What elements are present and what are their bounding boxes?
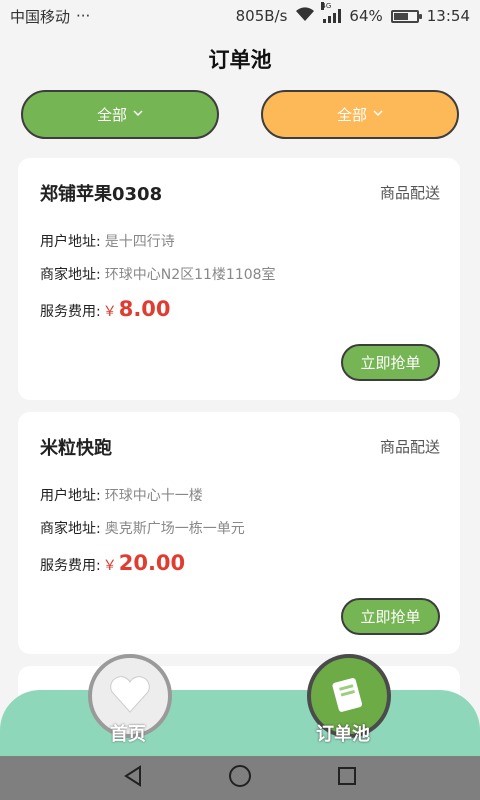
tab-home-label: 首页	[110, 724, 146, 745]
order-card: 米粒快跑 商品配送 用户地址: 环球中心十一楼 商家地址: 奥克斯广场一栋一单元 服…	[18, 412, 460, 654]
filter-label: 全部	[96, 106, 127, 124]
clock: 13:54	[426, 7, 470, 25]
filter-dropdown-left[interactable]: 全部	[21, 90, 219, 139]
user-address-label: 用户地址:	[40, 234, 101, 250]
filter-dropdown-right[interactable]: 全部	[261, 90, 459, 139]
service-fee-label: 服务费用:	[40, 304, 101, 320]
merchant-address-value: 环球中心N2区11楼1108室	[104, 267, 276, 283]
heart-icon	[108, 674, 152, 718]
recents-button[interactable]	[327, 758, 367, 798]
document-icon	[327, 674, 371, 718]
home-button[interactable]	[220, 758, 260, 798]
order-type: 商品配送	[379, 184, 440, 202]
battery-icon	[390, 9, 422, 23]
user-address-row: 用户地址: 环球中心十一楼	[40, 485, 203, 505]
home-circle-icon	[228, 764, 252, 792]
service-fee-row: 服务费用: ￥ 8.00	[40, 297, 171, 321]
shop-name: 郑铺苹果0308	[40, 184, 163, 205]
chevron-down-icon	[133, 109, 143, 120]
service-fee-label: 服务费用:	[40, 558, 101, 574]
filter-label: 全部	[336, 106, 367, 124]
back-button[interactable]	[113, 758, 153, 798]
page-title: 订单池	[208, 48, 272, 72]
user-address-value: 环球中心十一楼	[104, 488, 203, 504]
currency-symbol: ￥	[102, 558, 117, 574]
system-nav-bar	[0, 756, 480, 800]
user-address-value: 是十四行诗	[104, 234, 175, 250]
currency-symbol: ￥	[102, 304, 117, 320]
grab-order-button[interactable]: 立即抢单	[341, 598, 440, 635]
bottom-tab-bar	[0, 690, 480, 756]
grab-order-button[interactable]: 立即抢单	[341, 344, 440, 381]
tab-order-pool-label: 订单池	[316, 724, 370, 745]
back-triangle-icon	[122, 765, 144, 791]
carrier-name: 中国移动	[10, 7, 71, 26]
status-bar: 中国移动 ··· 805B/s 4G 64% 13:54	[0, 0, 480, 32]
merchant-address-row: 商家地址: 环球中心N2区11楼1108室	[40, 264, 276, 284]
service-fee-amount: 8.00	[118, 297, 171, 321]
merchant-address-label: 商家地址:	[40, 521, 101, 537]
order-type: 商品配送	[379, 438, 440, 456]
user-address-label: 用户地址:	[40, 488, 101, 504]
merchant-address-label: 商家地址:	[40, 267, 101, 283]
battery-percent: 64%	[349, 7, 383, 25]
network-speed: 805B/s	[235, 7, 288, 25]
merchant-address-row: 商家地址: 奥克斯广场一栋一单元	[40, 518, 245, 538]
service-fee-row: 服务费用: ￥ 20.00	[40, 551, 185, 575]
cellular-signal-icon: 4G	[321, 2, 342, 23]
network-type-label: 4G	[321, 2, 332, 10]
shop-name: 米粒快跑	[40, 438, 112, 459]
recents-square-icon	[337, 766, 357, 790]
merchant-address-value: 奥克斯广场一栋一单元	[104, 521, 245, 537]
chevron-down-icon	[373, 109, 383, 120]
order-card: 郑铺苹果0308 商品配送 用户地址: 是十四行诗 商家地址: 环球中心N2区11楼…	[18, 158, 460, 400]
wifi-icon	[295, 6, 315, 26]
user-address-row: 用户地址: 是十四行诗	[40, 231, 175, 251]
service-fee-amount: 20.00	[118, 551, 186, 575]
more-notifications-icon: ···	[76, 7, 91, 25]
